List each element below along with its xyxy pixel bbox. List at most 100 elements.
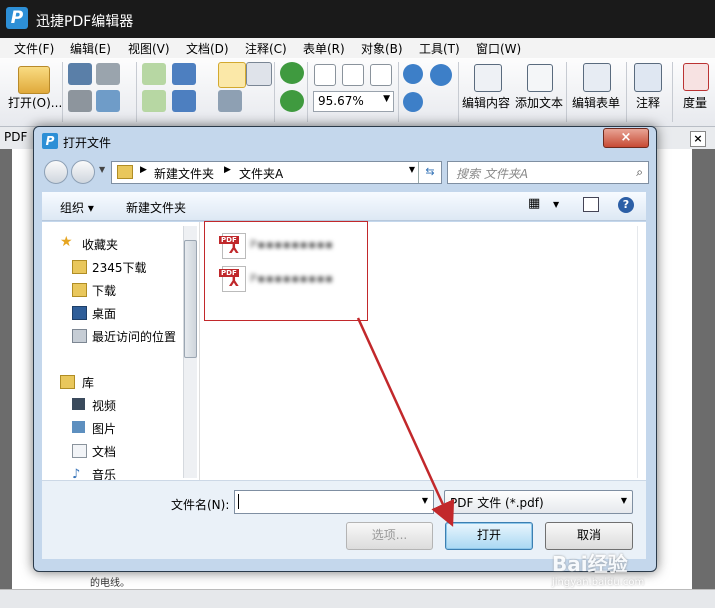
open-button-label[interactable]: 打开(O)... [8, 94, 62, 111]
menu-object[interactable]: 对象(B) [361, 40, 403, 57]
rotate-ccw-icon[interactable] [280, 90, 304, 112]
filename-label: 文件名(N): [171, 498, 230, 512]
nav-videos[interactable]: 视频 [92, 397, 116, 414]
back-arrow-icon[interactable] [44, 160, 68, 184]
chevron-down-icon[interactable]: ▼ [621, 496, 627, 505]
desktop-icon [72, 306, 87, 320]
view-options-icon[interactable]: ▦ [528, 197, 544, 211]
nav-recent-places[interactable]: 最近访问的位置 [92, 328, 176, 345]
export-icon[interactable] [142, 90, 166, 112]
menubar: 文件(F) 编辑(E) 视图(V) 文档(D) 注释(C) 表单(R) 对象(B… [0, 38, 715, 59]
annotate-label[interactable]: 注释 [636, 94, 660, 111]
add-text-label[interactable]: 添加文本 [515, 94, 563, 111]
nav-favorites[interactable]: 收藏夹 [82, 236, 118, 253]
open-button[interactable]: 打开 [445, 522, 533, 550]
import-icon[interactable] [142, 63, 166, 85]
open-folder-icon[interactable] [18, 66, 50, 94]
star-icon: ★ [60, 234, 73, 250]
app-logo-icon: P [6, 7, 28, 29]
nav-pictures[interactable]: 图片 [92, 420, 116, 437]
chevron-right-icon[interactable]: ▶ [140, 165, 147, 175]
file-list-divider [637, 226, 638, 478]
zoom-value: 95.67% [318, 94, 364, 108]
search-placeholder: 搜索 文件夹A [456, 167, 529, 181]
menu-comment[interactable]: 注释(C) [245, 40, 287, 57]
refresh-icon[interactable]: ⇆ [418, 162, 441, 183]
chevron-down-icon[interactable]: ▼ [553, 200, 559, 209]
watermark-url: jingyan.baidu.com [552, 577, 645, 588]
edit-content-icon[interactable] [474, 64, 502, 92]
dialog-close-button[interactable]: × [603, 128, 649, 148]
folder-icon [117, 165, 133, 179]
text-caret [238, 494, 239, 509]
nav-library[interactable]: 库 [82, 374, 94, 391]
menu-edit[interactable]: 编辑(E) [70, 40, 111, 57]
scan-icon[interactable] [96, 63, 120, 85]
organize-button[interactable]: 组织 ▾ [60, 199, 94, 216]
document-tab[interactable]: PDF [4, 130, 27, 144]
close-document-icon[interactable]: × [690, 131, 706, 147]
nav-desktop[interactable]: 桌面 [92, 305, 116, 322]
menu-file[interactable]: 文件(F) [14, 40, 54, 57]
snapshot-icon[interactable] [218, 90, 242, 112]
zoom-plus-icon[interactable] [403, 92, 423, 112]
menu-view[interactable]: 视图(V) [128, 40, 170, 57]
email-icon[interactable] [96, 90, 120, 112]
music-icon: ♪ [72, 467, 81, 482]
add-text-icon[interactable] [527, 64, 553, 92]
breadcrumb-folder-a[interactable]: 文件夹A [239, 165, 283, 182]
measure-label[interactable]: 度量 [683, 94, 707, 111]
rotate-cw-icon[interactable] [280, 62, 304, 84]
filetype-select[interactable]: PDF 文件 (*.pdf) ▼ [444, 490, 633, 514]
select-text-icon[interactable] [246, 62, 272, 86]
search-icon[interactable]: ⌕ [636, 165, 643, 180]
breadcrumb-new-folder[interactable]: 新建文件夹 [154, 165, 214, 182]
cancel-button[interactable]: 取消 [545, 522, 633, 550]
download-folder-icon [72, 283, 87, 297]
annotate-icon[interactable] [634, 63, 662, 92]
forward-arrow-icon[interactable] [71, 160, 95, 184]
filetype-value: PDF 文件 (*.pdf) [450, 496, 544, 510]
print-icon[interactable] [68, 90, 92, 112]
chevron-down-icon[interactable]: ▼ [422, 496, 428, 505]
edit-form-icon[interactable] [583, 63, 611, 92]
undo-icon[interactable] [172, 63, 196, 85]
help-icon[interactable]: ? [618, 197, 634, 213]
edit-content-label[interactable]: 编辑内容 [462, 94, 510, 111]
history-chevron-icon[interactable]: ▼ [99, 165, 105, 174]
documents-icon [72, 444, 87, 458]
save-icon[interactable] [68, 63, 92, 85]
nav-documents[interactable]: 文档 [92, 443, 116, 460]
measure-icon[interactable] [683, 63, 709, 91]
zoom-combobox[interactable]: 95.67% ▼ [313, 91, 394, 112]
app-title: 迅捷PDF编辑器 [36, 14, 134, 30]
nav-scrollbar-thumb[interactable] [184, 240, 197, 358]
nav-downloads[interactable]: 下载 [92, 282, 116, 299]
folder-icon [72, 260, 87, 274]
nav-2345-download[interactable]: 2345下载 [92, 259, 147, 276]
fit-width-icon[interactable] [370, 64, 392, 86]
zoom-out-icon[interactable] [430, 64, 452, 86]
recent-places-icon [72, 329, 87, 343]
edit-form-label[interactable]: 编辑表单 [572, 94, 620, 111]
menu-document[interactable]: 文档(D) [186, 40, 229, 57]
options-button[interactable]: 选项... [346, 522, 433, 550]
pictures-icon [72, 421, 85, 433]
new-folder-button[interactable]: 新建文件夹 [126, 199, 186, 216]
search-input[interactable]: 搜索 文件夹A ⌕ [447, 161, 649, 184]
chevron-down-icon[interactable]: ▼ [383, 94, 390, 104]
chevron-right-icon[interactable]: ▶ [224, 165, 231, 175]
statusbar [0, 589, 715, 608]
actual-size-icon[interactable] [314, 64, 336, 86]
zoom-in-icon[interactable] [403, 64, 423, 84]
address-bar[interactable]: ▶ 新建文件夹 ▶ 文件夹A ▼ ⇆ [111, 161, 442, 184]
fit-page-icon[interactable] [342, 64, 364, 86]
hand-tool-icon[interactable] [218, 62, 246, 88]
redo-icon[interactable] [172, 90, 196, 112]
chevron-down-icon[interactable]: ▼ [409, 165, 415, 174]
preview-pane-icon[interactable] [583, 197, 599, 212]
menu-window[interactable]: 窗口(W) [476, 40, 521, 57]
menu-form[interactable]: 表单(R) [303, 40, 345, 57]
menu-tools[interactable]: 工具(T) [419, 40, 460, 57]
filename-input[interactable]: ▼ [234, 490, 434, 514]
